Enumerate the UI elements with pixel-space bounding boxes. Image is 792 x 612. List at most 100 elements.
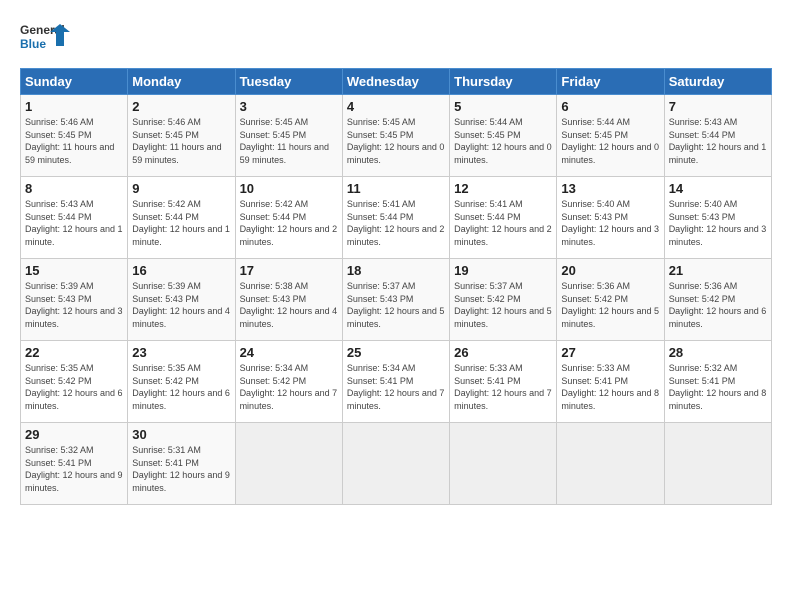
calendar-cell [664, 423, 771, 505]
calendar-cell: 16 Sunrise: 5:39 AMSunset: 5:43 PMDayligh… [128, 259, 235, 341]
main-container: General Blue SundayMondayTuesdayWednesda… [0, 0, 792, 515]
logo: General Blue [20, 18, 70, 60]
header-row: General Blue [20, 18, 772, 60]
day-number: 30 [132, 427, 230, 442]
day-number: 3 [240, 99, 338, 114]
svg-text:Blue: Blue [20, 37, 46, 51]
day-info: Sunrise: 5:44 AMSunset: 5:45 PMDaylight:… [561, 116, 659, 166]
day-info: Sunrise: 5:43 AMSunset: 5:44 PMDaylight:… [669, 116, 767, 166]
calendar-cell: 20 Sunrise: 5:36 AMSunset: 5:42 PMDayligh… [557, 259, 664, 341]
day-info: Sunrise: 5:37 AMSunset: 5:42 PMDaylight:… [454, 280, 552, 330]
day-info: Sunrise: 5:33 AMSunset: 5:41 PMDaylight:… [561, 362, 659, 412]
day-info: Sunrise: 5:43 AMSunset: 5:44 PMDaylight:… [25, 198, 123, 248]
calendar-cell: 14 Sunrise: 5:40 AMSunset: 5:43 PMDayligh… [664, 177, 771, 259]
calendar-cell: 15 Sunrise: 5:39 AMSunset: 5:43 PMDayligh… [21, 259, 128, 341]
day-number: 10 [240, 181, 338, 196]
calendar-cell: 10 Sunrise: 5:42 AMSunset: 5:44 PMDayligh… [235, 177, 342, 259]
day-number: 14 [669, 181, 767, 196]
day-number: 5 [454, 99, 552, 114]
day-number: 17 [240, 263, 338, 278]
day-info: Sunrise: 5:42 AMSunset: 5:44 PMDaylight:… [240, 198, 338, 248]
day-info: Sunrise: 5:34 AMSunset: 5:42 PMDaylight:… [240, 362, 338, 412]
day-number: 8 [25, 181, 123, 196]
col-header-wednesday: Wednesday [342, 69, 449, 95]
day-number: 9 [132, 181, 230, 196]
day-info: Sunrise: 5:32 AMSunset: 5:41 PMDaylight:… [669, 362, 767, 412]
day-info: Sunrise: 5:31 AMSunset: 5:41 PMDaylight:… [132, 444, 230, 494]
calendar-cell: 22 Sunrise: 5:35 AMSunset: 5:42 PMDayligh… [21, 341, 128, 423]
calendar-cell: 8 Sunrise: 5:43 AMSunset: 5:44 PMDaylight… [21, 177, 128, 259]
day-info: Sunrise: 5:40 AMSunset: 5:43 PMDaylight:… [669, 198, 767, 248]
calendar-cell: 23 Sunrise: 5:35 AMSunset: 5:42 PMDayligh… [128, 341, 235, 423]
day-number: 15 [25, 263, 123, 278]
calendar-cell [557, 423, 664, 505]
day-info: Sunrise: 5:46 AMSunset: 5:45 PMDaylight:… [25, 116, 123, 166]
day-info: Sunrise: 5:45 AMSunset: 5:45 PMDaylight:… [347, 116, 445, 166]
calendar-cell: 21 Sunrise: 5:36 AMSunset: 5:42 PMDayligh… [664, 259, 771, 341]
day-info: Sunrise: 5:34 AMSunset: 5:41 PMDaylight:… [347, 362, 445, 412]
day-info: Sunrise: 5:38 AMSunset: 5:43 PMDaylight:… [240, 280, 338, 330]
calendar-cell: 2 Sunrise: 5:46 AMSunset: 5:45 PMDaylight… [128, 95, 235, 177]
day-number: 1 [25, 99, 123, 114]
calendar-cell: 9Sunrise: 5:42 AMSunset: 5:44 PMDaylight… [128, 177, 235, 259]
calendar-cell: 5 Sunrise: 5:44 AMSunset: 5:45 PMDaylight… [450, 95, 557, 177]
calendar-cell: 12Sunrise: 5:41 AMSunset: 5:44 PMDayligh… [450, 177, 557, 259]
col-header-tuesday: Tuesday [235, 69, 342, 95]
day-number: 20 [561, 263, 659, 278]
day-info: Sunrise: 5:33 AMSunset: 5:41 PMDaylight:… [454, 362, 552, 412]
calendar-week-5: 29Sunrise: 5:32 AMSunset: 5:41 PMDayligh… [21, 423, 772, 505]
col-header-sunday: Sunday [21, 69, 128, 95]
calendar-cell: 27 Sunrise: 5:33 AMSunset: 5:41 PMDayligh… [557, 341, 664, 423]
calendar-cell: 30 Sunrise: 5:31 AMSunset: 5:41 PMDayligh… [128, 423, 235, 505]
day-info: Sunrise: 5:45 AMSunset: 5:45 PMDaylight:… [240, 116, 338, 166]
day-number: 23 [132, 345, 230, 360]
calendar-cell: 29Sunrise: 5:32 AMSunset: 5:41 PMDayligh… [21, 423, 128, 505]
day-number: 19 [454, 263, 552, 278]
day-number: 4 [347, 99, 445, 114]
day-info: Sunrise: 5:32 AMSunset: 5:41 PMDaylight:… [25, 444, 123, 494]
day-number: 21 [669, 263, 767, 278]
calendar-week-1: 1 Sunrise: 5:46 AMSunset: 5:45 PMDaylight… [21, 95, 772, 177]
calendar-cell: 4 Sunrise: 5:45 AMSunset: 5:45 PMDaylight… [342, 95, 449, 177]
day-number: 7 [669, 99, 767, 114]
calendar-cell [235, 423, 342, 505]
day-info: Sunrise: 5:39 AMSunset: 5:43 PMDaylight:… [25, 280, 123, 330]
day-info: Sunrise: 5:40 AMSunset: 5:43 PMDaylight:… [561, 198, 659, 248]
day-info: Sunrise: 5:36 AMSunset: 5:42 PMDaylight:… [561, 280, 659, 330]
calendar-cell: 17 Sunrise: 5:38 AMSunset: 5:43 PMDayligh… [235, 259, 342, 341]
calendar-cell: 25 Sunrise: 5:34 AMSunset: 5:41 PMDayligh… [342, 341, 449, 423]
calendar-cell: 28Sunrise: 5:32 AMSunset: 5:41 PMDayligh… [664, 341, 771, 423]
calendar-cell: 3 Sunrise: 5:45 AMSunset: 5:45 PMDaylight… [235, 95, 342, 177]
day-number: 18 [347, 263, 445, 278]
day-number: 13 [561, 181, 659, 196]
logo-svg: General Blue [20, 18, 70, 60]
day-info: Sunrise: 5:44 AMSunset: 5:45 PMDaylight:… [454, 116, 552, 166]
day-info: Sunrise: 5:35 AMSunset: 5:42 PMDaylight:… [25, 362, 123, 412]
col-header-saturday: Saturday [664, 69, 771, 95]
day-number: 11 [347, 181, 445, 196]
calendar-cell: 6 Sunrise: 5:44 AMSunset: 5:45 PMDaylight… [557, 95, 664, 177]
day-number: 6 [561, 99, 659, 114]
day-number: 16 [132, 263, 230, 278]
calendar-week-3: 15 Sunrise: 5:39 AMSunset: 5:43 PMDayligh… [21, 259, 772, 341]
calendar-cell: 11 Sunrise: 5:41 AMSunset: 5:44 PMDayligh… [342, 177, 449, 259]
calendar-cell [450, 423, 557, 505]
calendar-cell: 13 Sunrise: 5:40 AMSunset: 5:43 PMDayligh… [557, 177, 664, 259]
day-info: Sunrise: 5:41 AMSunset: 5:44 PMDaylight:… [347, 198, 445, 248]
day-info: Sunrise: 5:37 AMSunset: 5:43 PMDaylight:… [347, 280, 445, 330]
day-number: 12 [454, 181, 552, 196]
day-info: Sunrise: 5:35 AMSunset: 5:42 PMDaylight:… [132, 362, 230, 412]
col-header-monday: Monday [128, 69, 235, 95]
col-header-thursday: Thursday [450, 69, 557, 95]
day-info: Sunrise: 5:46 AMSunset: 5:45 PMDaylight:… [132, 116, 230, 166]
calendar-table: SundayMondayTuesdayWednesdayThursdayFrid… [20, 68, 772, 505]
calendar-cell [342, 423, 449, 505]
day-number: 27 [561, 345, 659, 360]
calendar-cell: 26Sunrise: 5:33 AMSunset: 5:41 PMDayligh… [450, 341, 557, 423]
day-info: Sunrise: 5:39 AMSunset: 5:43 PMDaylight:… [132, 280, 230, 330]
day-number: 2 [132, 99, 230, 114]
day-info: Sunrise: 5:36 AMSunset: 5:42 PMDaylight:… [669, 280, 767, 330]
col-header-friday: Friday [557, 69, 664, 95]
day-number: 22 [25, 345, 123, 360]
day-number: 25 [347, 345, 445, 360]
